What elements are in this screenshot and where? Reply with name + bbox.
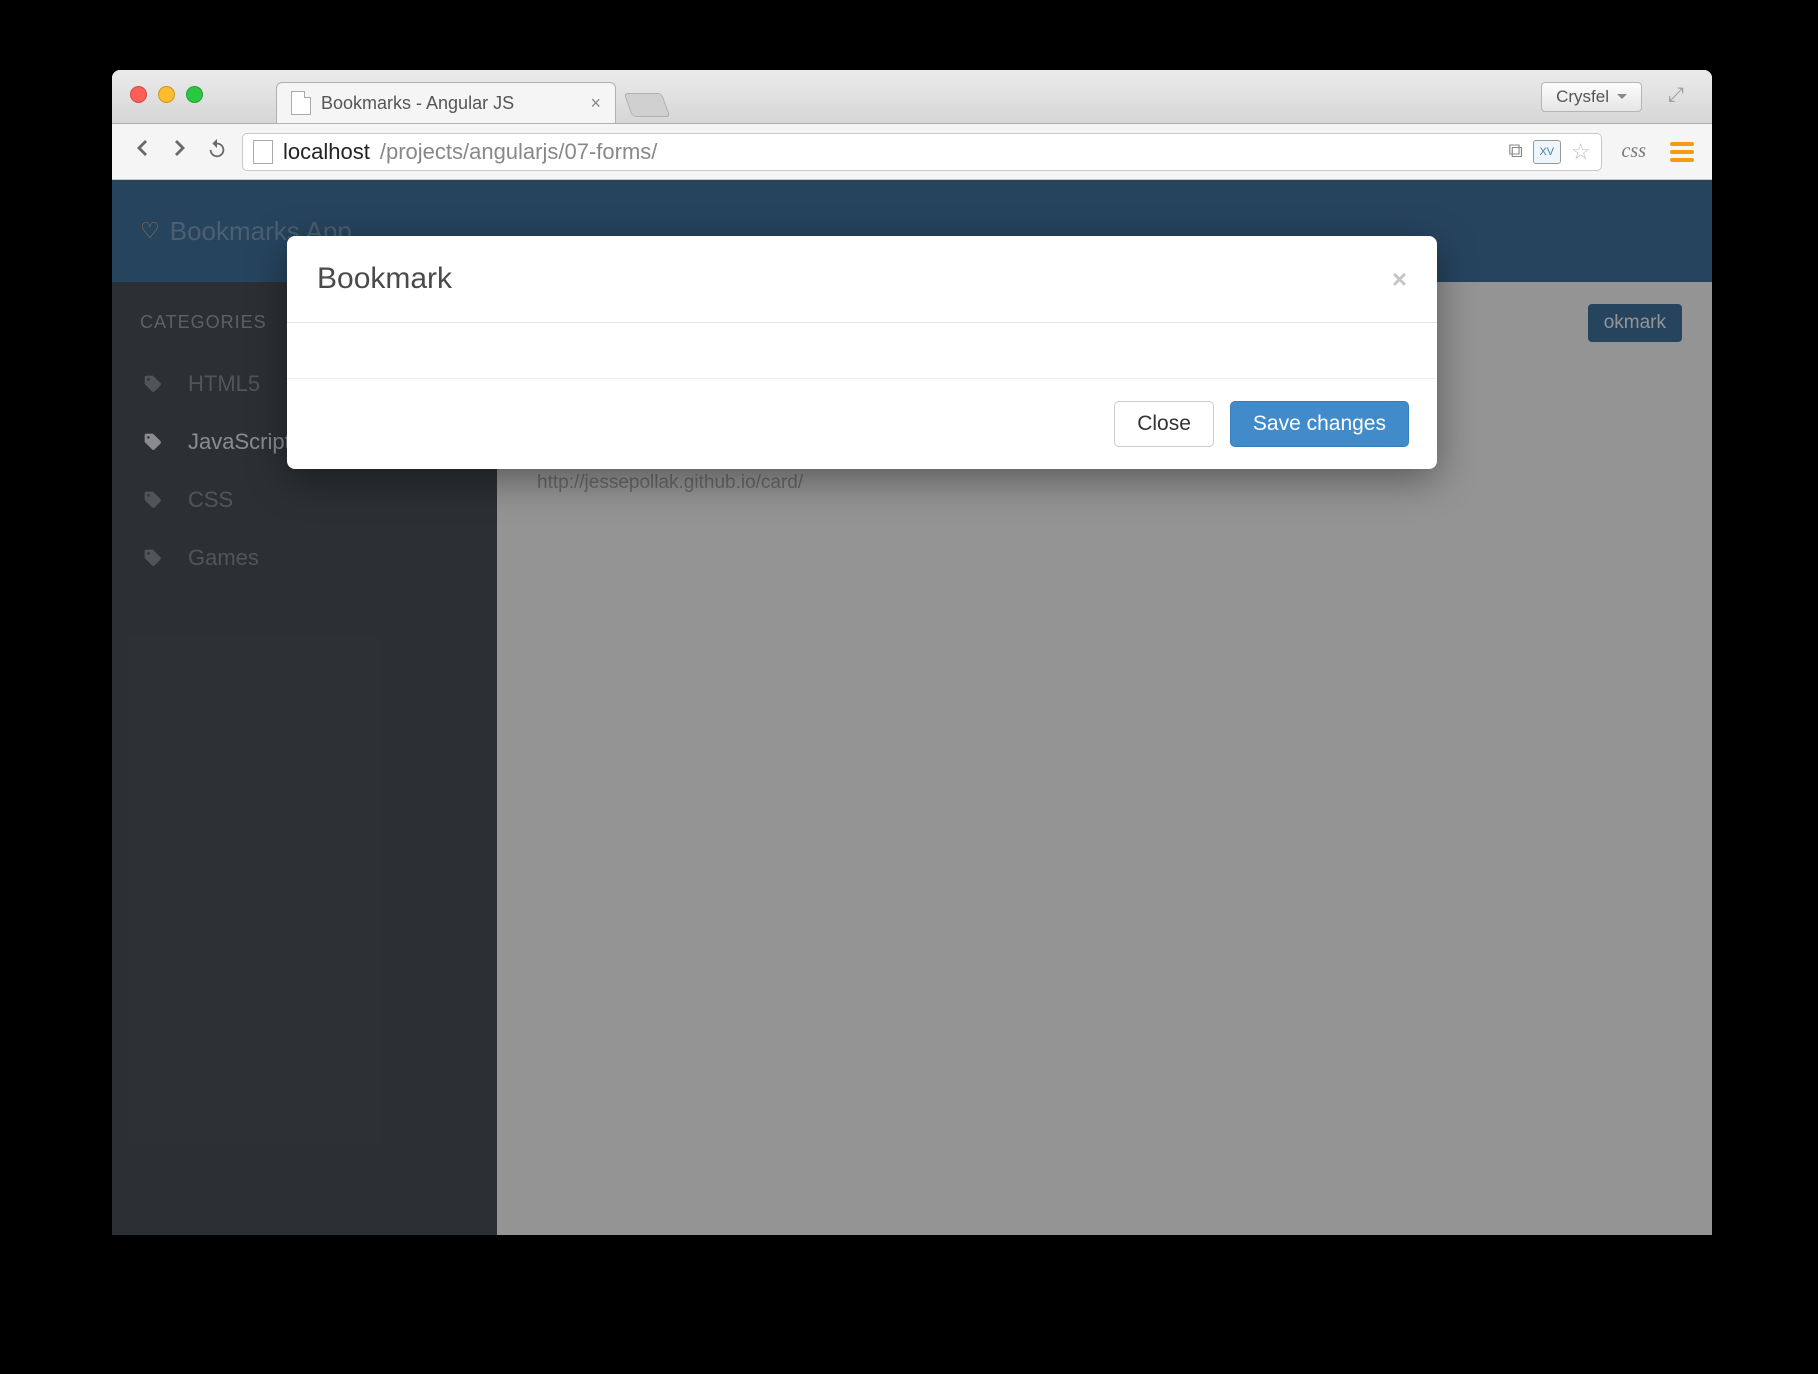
page-favicon-icon bbox=[291, 91, 311, 115]
forward-button[interactable] bbox=[168, 136, 192, 167]
browser-window: Bookmarks - Angular JS × Crysfel ⤢ local… bbox=[112, 70, 1712, 1235]
omnibox-actions: ⧉ XV ☆ bbox=[1509, 139, 1591, 165]
bookmark-star-icon[interactable]: ☆ bbox=[1571, 139, 1591, 165]
modal-title: Bookmark bbox=[317, 262, 452, 296]
back-button[interactable] bbox=[130, 136, 154, 167]
browser-tab[interactable]: Bookmarks - Angular JS × bbox=[276, 82, 616, 123]
window-controls bbox=[130, 86, 203, 103]
tab-title: Bookmarks - Angular JS bbox=[321, 93, 514, 114]
modal-header: Bookmark × bbox=[287, 236, 1437, 323]
browser-menu-button[interactable] bbox=[1670, 142, 1694, 162]
new-tab-button[interactable] bbox=[624, 93, 671, 117]
page-icon bbox=[253, 140, 273, 164]
modal-body bbox=[287, 323, 1437, 379]
browser-titlebar: Bookmarks - Angular JS × Crysfel ⤢ bbox=[112, 70, 1712, 124]
save-changes-button[interactable]: Save changes bbox=[1230, 401, 1409, 447]
fullscreen-icon[interactable]: ⤢ bbox=[1668, 84, 1694, 110]
css-extension-icon[interactable]: css bbox=[1622, 140, 1646, 163]
window-zoom-button[interactable] bbox=[186, 86, 203, 103]
bookmark-modal: Bookmark × Close Save changes bbox=[287, 236, 1437, 469]
devices-icon[interactable]: ⧉ bbox=[1509, 140, 1523, 163]
tab-strip: Bookmarks - Angular JS × bbox=[276, 70, 666, 123]
modal-footer: Close Save changes bbox=[287, 379, 1437, 469]
window-minimize-button[interactable] bbox=[158, 86, 175, 103]
window-close-button[interactable] bbox=[130, 86, 147, 103]
xv-extension-icon[interactable]: XV bbox=[1533, 140, 1561, 164]
page-content: ♡ Bookmarks App CATEGORIES HTML5 JavaScr… bbox=[112, 180, 1712, 1235]
address-bar[interactable]: localhost/projects/angularjs/07-forms/ ⧉… bbox=[242, 133, 1602, 171]
profile-button[interactable]: Crysfel bbox=[1541, 82, 1642, 112]
url-host: localhost bbox=[283, 139, 370, 165]
modal-close-button[interactable]: × bbox=[1392, 264, 1407, 295]
url-path: /projects/angularjs/07-forms/ bbox=[380, 139, 658, 165]
close-button[interactable]: Close bbox=[1114, 401, 1214, 447]
reload-button[interactable] bbox=[206, 136, 228, 167]
browser-toolbar: localhost/projects/angularjs/07-forms/ ⧉… bbox=[112, 124, 1712, 180]
tab-close-button[interactable]: × bbox=[590, 93, 601, 114]
profile-name: Crysfel bbox=[1556, 87, 1609, 107]
